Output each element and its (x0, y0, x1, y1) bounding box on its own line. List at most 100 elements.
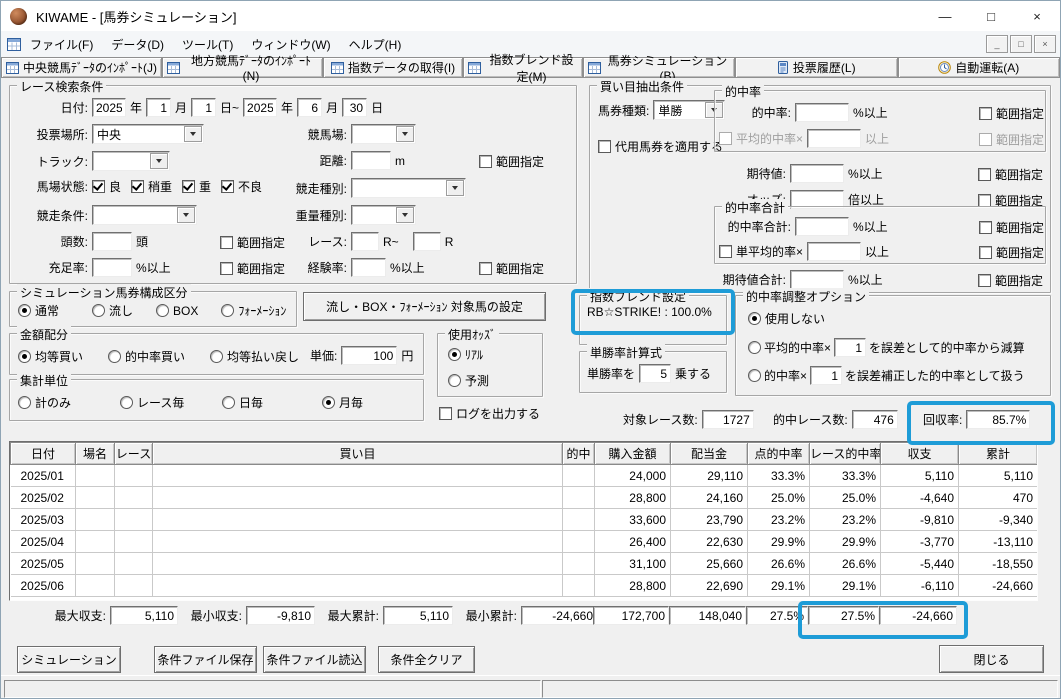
single-avg-rate-checkbox-icon[interactable] (719, 245, 732, 258)
avg-hit-rate-checkbox-icon[interactable] (719, 132, 732, 145)
date-year-to-input[interactable] (243, 98, 278, 117)
distance-input[interactable] (351, 151, 391, 170)
col-header-point-rate[interactable]: 点的中率 (747, 442, 810, 465)
heads-range-checkbox[interactable]: 範囲指定 (220, 234, 285, 251)
exp-rate-range-checkbox[interactable]: 範囲指定 (479, 260, 544, 277)
expect-sum-input[interactable] (790, 270, 844, 289)
mdi-restore-icon[interactable]: □ (1010, 35, 1032, 53)
place-select[interactable]: 中央 (92, 124, 204, 144)
minimize-icon[interactable]: — (922, 1, 968, 31)
table-row[interactable]: 2025/04 26,400 22,630 29.9% 29.9% -3,770 -13,1… (10, 530, 1037, 553)
hit-rate-sum-input[interactable] (795, 217, 849, 236)
menu-help[interactable]: ヘルプ(H) (340, 32, 411, 57)
adjust-correct-input[interactable] (810, 366, 843, 385)
expect-input[interactable] (790, 164, 844, 183)
amount-hit-rate-buy-radio[interactable]: 的中率買い (108, 348, 185, 365)
agg-per-race-radio[interactable]: レース毎 (120, 394, 184, 411)
surface-bad-checkbox[interactable]: 不良 (221, 178, 262, 195)
col-header-date[interactable]: 日付 (10, 442, 76, 465)
amount-equal-buy-radio[interactable]: 均等買い (18, 348, 83, 365)
surface-heavy-checkbox[interactable]: 重 (182, 178, 211, 195)
table-row[interactable]: 2025/06 28,800 22,690 29.1% 29.1% -6,110 -24,6… (10, 574, 1037, 597)
col-header-payout[interactable]: 配当金 (670, 442, 748, 465)
close-button[interactable]: 閉じる (939, 645, 1044, 673)
race-cond-select[interactable] (92, 205, 197, 225)
toolbar-blend-settings-button[interactable]: 指数ブレンド設定(M) (463, 53, 583, 84)
log-output-checkbox[interactable]: ログを出力する (439, 405, 540, 422)
hit-rate-range-checkbox[interactable]: 範囲指定 (979, 105, 1044, 122)
col-header-race-rate[interactable]: レース的中率 (809, 442, 881, 465)
clear-conditions-button[interactable]: 条件全クリア (378, 646, 475, 673)
table-row[interactable]: 2025/02 28,800 24,160 25.0% 25.0% -4,640 470 (10, 486, 1037, 509)
col-header-total[interactable]: 累計 (958, 442, 1037, 465)
hit-rate-input[interactable] (795, 103, 849, 122)
sim-type-formation-radio[interactable]: ﾌｫｰﾒｰｼｮﾝ (221, 302, 286, 319)
col-header-purchase[interactable]: 購入金額 (594, 442, 671, 465)
track-select[interactable] (92, 151, 170, 171)
race-type-select[interactable] (351, 178, 466, 198)
date-year-from-input[interactable] (92, 98, 126, 117)
col-header-hit[interactable]: 的中 (562, 442, 595, 465)
table-row[interactable]: 2025/05 31,100 25,660 26.6% 26.6% -5,440 -18,5… (10, 552, 1037, 575)
menu-file[interactable]: ファイル(F) (21, 32, 102, 57)
surface-slightly-heavy-checkbox[interactable]: 稍重 (131, 178, 172, 195)
toolbar-vote-history-button[interactable]: 投票履歴(L) (735, 57, 898, 78)
date-month-from-input[interactable] (146, 98, 172, 117)
odds-predict-radio[interactable]: 予測 (448, 372, 489, 389)
odds-real-radio[interactable]: ﾘｱﾙ (448, 346, 483, 363)
menu-data[interactable]: データ(D) (102, 32, 173, 57)
fill-rate-input[interactable] (92, 258, 132, 277)
sim-type-nagashi-radio[interactable]: 流し (92, 302, 133, 319)
toolbar-import-jra-button[interactable]: 中央競馬ﾃﾞｰﾀのｲﾝﾎﾟｰﾄ(J) (1, 57, 162, 78)
single-avg-rate-input[interactable] (807, 242, 862, 261)
sim-type-box-radio[interactable]: BOX (156, 304, 198, 318)
course-select[interactable] (351, 124, 416, 144)
toolbar-import-nar-button[interactable]: 地方競馬ﾃﾞｰﾀのｲﾝﾎﾟｰﾄ(N) (162, 54, 323, 83)
simulate-button[interactable]: シミュレーション (17, 646, 121, 673)
col-header-bet[interactable]: 買い目 (152, 442, 563, 465)
adjust-subtract-radio[interactable] (748, 341, 761, 354)
target-horses-button[interactable]: 流し・BOX・ﾌｫｰﾒｰｼｮﾝ 対象馬の設定 (303, 292, 546, 321)
distance-range-checkbox[interactable]: 範囲指定 (479, 153, 544, 170)
expect-sum-range-checkbox[interactable]: 範囲指定 (978, 272, 1043, 289)
col-header-profit[interactable]: 収支 (880, 442, 959, 465)
exp-rate-input[interactable] (351, 258, 386, 277)
surface-good-checkbox[interactable]: 良 (92, 178, 121, 195)
col-header-place[interactable]: 場名 (75, 442, 115, 465)
date-day-to-input[interactable] (342, 98, 368, 117)
load-conditions-button[interactable]: 条件ファイル読込 (263, 646, 366, 673)
race-no-to-input[interactable] (412, 232, 441, 251)
amount-equal-payout-radio[interactable]: 均等払い戻し (210, 348, 299, 365)
mdi-close-icon[interactable]: × (1034, 35, 1056, 53)
table-row[interactable]: 2025/01 24,000 29,110 33.3% 33.3% 5,110 5,110 (10, 464, 1037, 487)
win-calc-power-input[interactable] (639, 364, 672, 383)
adjust-subtract-input[interactable] (834, 338, 867, 357)
single-avg-rate-range-checkbox[interactable]: 範囲指定 (979, 244, 1044, 261)
substitute-ticket-checkbox[interactable]: 代用馬券を適用する (598, 138, 723, 155)
weight-type-select[interactable] (351, 205, 416, 225)
date-day-from-input[interactable] (191, 98, 217, 117)
close-icon[interactable]: × (1014, 1, 1060, 31)
expect-range-checkbox[interactable]: 範囲指定 (978, 166, 1043, 183)
adjust-correct-radio[interactable] (748, 369, 761, 382)
agg-total-only-radio[interactable]: 計のみ (18, 394, 71, 411)
table-row[interactable]: 2025/03 33,600 23,790 23.2% 23.2% -9,810 -9,34… (10, 508, 1037, 531)
date-month-to-input[interactable] (297, 98, 323, 117)
agg-per-month-radio[interactable]: 月毎 (322, 394, 363, 411)
toolbar-simulation-button[interactable]: 馬券シミュレーション(B) (583, 54, 735, 83)
race-no-from-input[interactable] (351, 232, 379, 251)
toolbar-get-index-button[interactable]: 指数データの取得(I) (323, 57, 463, 78)
avg-hit-rate-input[interactable] (807, 129, 862, 148)
fill-rate-range-checkbox[interactable]: 範囲指定 (220, 260, 285, 277)
agg-per-day-radio[interactable]: 日毎 (222, 394, 263, 411)
mdi-minimize-icon[interactable]: _ (986, 35, 1008, 53)
adjust-none-radio[interactable]: 使用しない (748, 310, 825, 327)
save-conditions-button[interactable]: 条件ファイル保存 (154, 646, 257, 673)
col-header-race[interactable]: レース (114, 442, 153, 465)
hit-rate-sum-range-checkbox[interactable]: 範囲指定 (979, 219, 1044, 236)
maximize-icon[interactable]: □ (968, 1, 1014, 31)
toolbar-auto-run-button[interactable]: 自動運転(A) (897, 57, 1060, 78)
avg-hit-rate-range-checkbox[interactable]: 範囲指定 (979, 131, 1044, 148)
sim-type-normal-radio[interactable]: 通常 (18, 302, 59, 319)
heads-input[interactable] (92, 232, 132, 251)
